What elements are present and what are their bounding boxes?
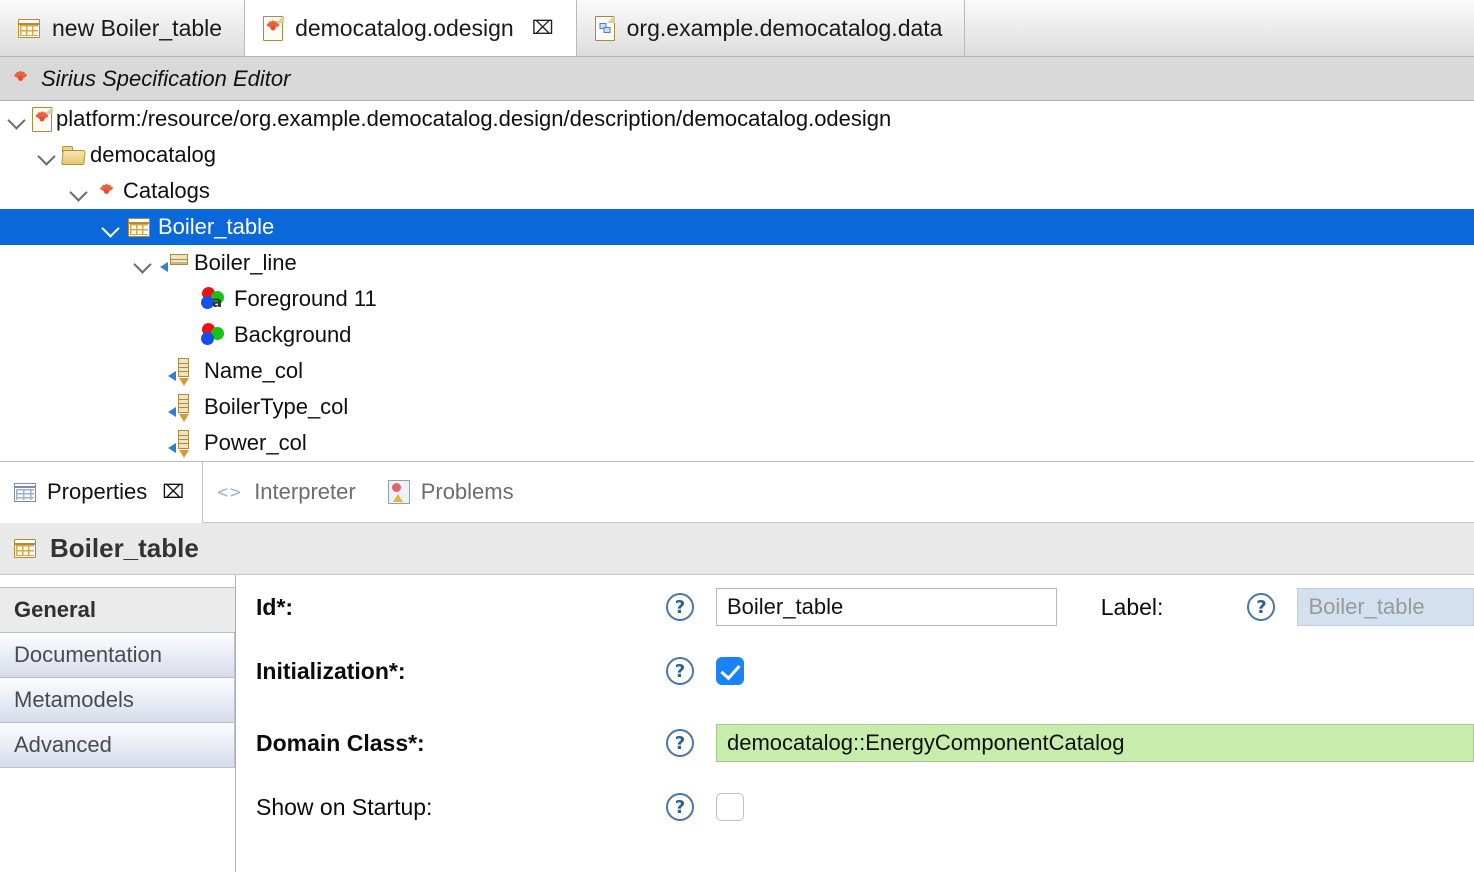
tree-row-name-col[interactable]: Name_col — [0, 353, 1474, 389]
properties-title: Boiler_table — [50, 533, 199, 563]
folder-icon — [61, 145, 86, 165]
label-label: Label: — [1100, 593, 1164, 620]
label-field[interactable]: Boiler_table — [1297, 588, 1474, 626]
properties-tab-label: General — [14, 597, 96, 622]
editor-tab-org-example-democatalog-data[interactable]: org.example.democatalog.data — [576, 0, 966, 56]
sirius-doc-icon — [32, 106, 53, 132]
problems-icon — [387, 480, 410, 504]
sirius-icon — [98, 183, 115, 200]
editor-tab-democatalog-odesign[interactable]: democatalog.odesign ⌧ — [244, 0, 577, 56]
ecore-glyph-icon — [599, 23, 611, 33]
chevron-down-icon[interactable] — [68, 180, 90, 202]
tree-row-background[interactable]: Background — [0, 317, 1474, 353]
sirius-doc-icon — [263, 15, 284, 41]
properties-tab-label: Metamodels — [14, 687, 134, 712]
initialization-label: Initialization*: — [256, 657, 406, 684]
properties-tab-documentation[interactable]: Documentation — [0, 632, 235, 678]
sirius-icon — [12, 70, 29, 87]
chevron-down-icon[interactable] — [6, 108, 28, 130]
tree-row-label: Power_col — [204, 430, 307, 455]
editor-tab-label: new Boiler_table — [52, 14, 223, 41]
tab-problems[interactable]: Problems — [373, 462, 532, 523]
background-color-icon — [200, 323, 224, 347]
close-icon[interactable]: ⌧ — [162, 481, 184, 503]
domain-class-field[interactable]: democatalog::EnergyComponentCatalog — [716, 724, 1474, 762]
tree-row-label: platform:/resource/org.example.democatal… — [56, 106, 892, 131]
form-row-show-on-startup: Show on Startup: ? — [236, 775, 1474, 839]
tree-row-power-col[interactable]: Power_col — [0, 425, 1474, 461]
properties-title-bar: Boiler_table — [0, 523, 1474, 575]
properties-form: Id*: ? Boiler_table Label: ? Boiler_tabl… — [236, 575, 1474, 872]
tree-row-label: Boiler_table — [158, 214, 275, 239]
column-icon — [168, 358, 196, 386]
properties-tab-label: Advanced — [14, 732, 112, 757]
properties-icon — [14, 482, 36, 502]
tree-row-label: Background — [234, 322, 352, 347]
view-tab-bar-filler — [531, 462, 1474, 523]
show-on-startup-label: Show on Startup: — [256, 793, 433, 820]
table-icon — [128, 217, 150, 237]
chevron-down-icon[interactable] — [100, 216, 122, 238]
editor-tab-label: democatalog.odesign — [295, 14, 514, 41]
view-tab-bar: Properties ⌧ <> Interpreter Problems — [0, 461, 1474, 523]
line-icon — [160, 253, 188, 273]
close-icon[interactable]: ⌧ — [532, 17, 554, 39]
table-icon — [18, 18, 40, 38]
table-icon — [14, 539, 36, 558]
properties-tab-label: Documentation — [14, 642, 162, 667]
tree-row-catalogs[interactable]: Catalogs — [0, 173, 1474, 209]
properties-body: General Documentation Metamodels Advance… — [0, 575, 1474, 872]
tree-row-platform-resource[interactable]: platform:/resource/org.example.democatal… — [0, 101, 1474, 137]
ecore-doc-icon — [594, 15, 616, 41]
editor-tab-bar-filler — [965, 0, 1474, 56]
id-label: Id*: — [256, 593, 294, 620]
view-tab-label: Interpreter — [254, 479, 356, 504]
domain-class-label: Domain Class*: — [256, 729, 425, 756]
tree-row-label: Foreground 11 — [234, 286, 377, 311]
form-row-id: Id*: ? Boiler_table Label: ? Boiler_tabl… — [236, 575, 1474, 639]
properties-tab-advanced[interactable]: Advanced — [0, 722, 235, 768]
properties-tab-metamodels[interactable]: Metamodels — [0, 677, 235, 723]
tree-row-boiler-table[interactable]: Boiler_table — [0, 209, 1474, 245]
tree-row-label: BoilerType_col — [204, 394, 349, 419]
properties-tab-list: General Documentation Metamodels Advance… — [0, 575, 236, 872]
interpreter-icon: <> — [217, 482, 243, 503]
odesign-model-tree: platform:/resource/org.example.democatal… — [0, 101, 1474, 461]
view-tab-label: Problems — [420, 479, 514, 504]
view-tab-label: Properties — [47, 479, 148, 504]
tree-row-democatalog[interactable]: democatalog — [0, 137, 1474, 173]
sirius-starburst-glyph — [34, 111, 51, 128]
id-field[interactable]: Boiler_table — [716, 588, 1057, 626]
editor-tab-new-boiler-table[interactable]: new Boiler_table — [0, 0, 246, 56]
help-icon[interactable]: ? — [666, 593, 694, 621]
form-row-initialization: Initialization*: ? — [236, 639, 1474, 703]
tab-properties[interactable]: Properties ⌧ — [0, 462, 204, 523]
sirius-starburst-glyph — [265, 20, 282, 37]
chevron-down-icon[interactable] — [36, 144, 58, 166]
initialization-checkbox[interactable] — [716, 657, 744, 685]
foreground-color-icon: a — [200, 287, 224, 311]
form-row-domain-class: Domain Class*: ? democatalog::EnergyComp… — [236, 711, 1474, 775]
help-icon[interactable]: ? — [666, 729, 694, 757]
help-icon[interactable]: ? — [1247, 593, 1276, 621]
tab-interpreter[interactable]: <> Interpreter — [203, 462, 374, 523]
page-title: Sirius Specification Editor — [41, 65, 291, 91]
tree-row-label: Boiler_line — [194, 250, 297, 275]
help-icon[interactable]: ? — [666, 793, 694, 821]
tree-row-label: Catalogs — [123, 178, 210, 203]
sirius-editor-header: Sirius Specification Editor — [0, 57, 1474, 101]
tree-row-foreground[interactable]: a Foreground 11 — [0, 281, 1474, 317]
tree-row-boilertype-col[interactable]: BoilerType_col — [0, 389, 1474, 425]
tree-row-label: Name_col — [204, 358, 304, 383]
properties-tab-general[interactable]: General — [0, 587, 235, 633]
chevron-down-icon[interactable] — [132, 252, 154, 274]
column-icon — [168, 430, 196, 458]
help-icon[interactable]: ? — [666, 657, 694, 685]
show-on-startup-checkbox[interactable] — [716, 793, 744, 821]
tree-row-label: democatalog — [90, 142, 216, 167]
column-icon — [168, 394, 196, 422]
editor-tab-label: org.example.democatalog.data — [626, 14, 943, 41]
tree-row-boiler-line[interactable]: Boiler_line — [0, 245, 1474, 281]
editor-tab-bar: new Boiler_table democatalog.odesign ⌧ o… — [0, 0, 1474, 57]
